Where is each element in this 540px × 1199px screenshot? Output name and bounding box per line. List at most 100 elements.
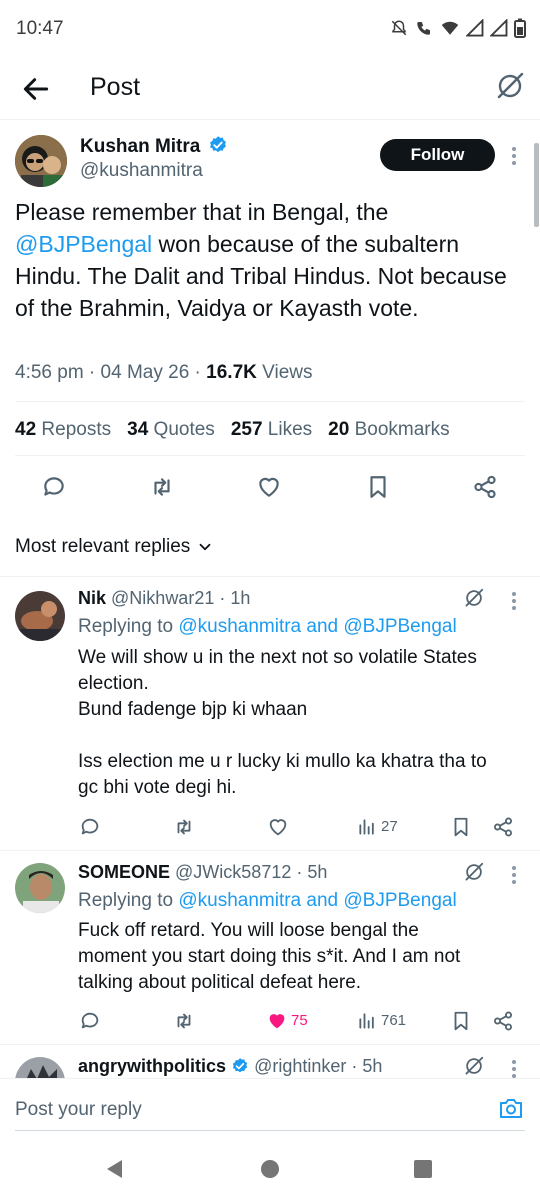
likes-count: 75 xyxy=(291,1012,308,1029)
like-filled-icon[interactable] xyxy=(266,1010,288,1032)
more-options-icon[interactable] xyxy=(511,591,517,611)
battery-icon xyxy=(514,18,526,38)
reply-actions: 75 761 xyxy=(0,1009,540,1035)
nav-back-icon[interactable] xyxy=(104,1158,124,1180)
author-name-text[interactable]: Kushan Mitra xyxy=(80,136,200,157)
author-name[interactable]: Kushan Mitra xyxy=(80,135,228,158)
reply-icon[interactable] xyxy=(79,816,101,838)
like-icon[interactable] xyxy=(256,474,282,500)
likes-count: 257 xyxy=(230,419,263,440)
avatar-image xyxy=(15,1057,65,1078)
reply-text-line: Iss election me u r lucky ki mullo ka kh… xyxy=(78,751,487,772)
repost-icon[interactable] xyxy=(148,474,176,500)
reply-author-name[interactable]: Nik xyxy=(78,588,106,608)
views-count: 27 xyxy=(381,818,398,835)
reply-text-line: gc bhi vote degi hi. xyxy=(78,777,237,798)
likes-stat[interactable]: 257 Likes xyxy=(231,419,312,441)
reply-text-line: election. xyxy=(78,673,149,694)
reply-text-line: We will show u in the next not so volati… xyxy=(78,647,477,668)
views-icon[interactable] xyxy=(357,1011,377,1031)
grok-icon[interactable] xyxy=(494,70,526,102)
reply-text-line: Fuck off retard. You will loose bengal t… xyxy=(78,920,419,941)
reply-text: We will show u in the next not so volati… xyxy=(78,645,528,801)
bookmark-icon[interactable] xyxy=(450,1010,472,1032)
views-label: Views xyxy=(262,362,313,383)
post-stats: 42 Reposts 34 Quotes 257 Likes 20 Bookma… xyxy=(15,419,450,441)
verified-badge-icon xyxy=(209,136,226,153)
reply-author-handle[interactable]: @Nikhwar21 xyxy=(111,588,214,608)
bookmark-icon[interactable] xyxy=(450,816,472,838)
quotes-stat[interactable]: 34 Quotes xyxy=(127,419,215,441)
verified-badge-icon xyxy=(232,1058,248,1073)
replying-prefix: Replying to xyxy=(78,616,179,637)
more-options-icon[interactable] xyxy=(511,146,517,166)
share-icon[interactable] xyxy=(492,1010,514,1032)
avatar-image xyxy=(15,591,65,641)
reply-avatar[interactable] xyxy=(15,1057,65,1078)
grok-icon[interactable] xyxy=(463,587,485,609)
reply-avatar[interactable] xyxy=(15,591,65,641)
reply-input[interactable]: Post your reply xyxy=(15,1099,142,1121)
call-wifi-icon xyxy=(417,22,430,35)
nav-recents-icon[interactable] xyxy=(413,1159,433,1179)
reply-icon[interactable] xyxy=(41,474,67,500)
share-icon[interactable] xyxy=(492,816,514,838)
reply-header: angrywithpolitics @rightinker · 5h xyxy=(78,1056,382,1077)
avatar-image xyxy=(15,863,65,913)
reply-icon[interactable] xyxy=(79,1010,101,1032)
post-mention-link[interactable]: @BJPBengal xyxy=(15,231,152,257)
follow-button[interactable]: Follow xyxy=(380,139,495,171)
repost-icon[interactable] xyxy=(172,1010,196,1032)
reply-author-name[interactable]: SOMEONE xyxy=(78,862,170,882)
system-nav-bar xyxy=(0,1140,540,1199)
likes-label: Likes xyxy=(267,419,313,440)
more-options-icon[interactable] xyxy=(511,1059,517,1078)
reply-author-name[interactable]: angrywithpolitics xyxy=(78,1056,226,1076)
replies-sort-dropdown[interactable]: Most relevant replies xyxy=(15,536,214,558)
reply-author-handle[interactable]: @JWick58712 xyxy=(175,862,291,882)
signal-icon xyxy=(466,19,484,37)
chevron-down-icon xyxy=(199,543,211,551)
bookmark-icon[interactable] xyxy=(365,474,391,500)
nav-home-icon[interactable] xyxy=(260,1159,280,1179)
reply-text-line: talking about political defeat here. xyxy=(78,972,362,993)
reply-item[interactable]: SOMEONE @JWick58712 · 5h Replying to @ku… xyxy=(0,850,540,1044)
reply-text-gap xyxy=(78,723,528,749)
post-actions xyxy=(0,470,540,504)
views-icon[interactable] xyxy=(357,817,377,837)
reply-item[interactable]: angrywithpolitics @rightinker · 5h xyxy=(0,1044,540,1078)
reply-time: · 5h xyxy=(346,1056,383,1076)
repost-icon[interactable] xyxy=(172,816,196,838)
more-options-icon[interactable] xyxy=(511,865,517,885)
status-time: 10:47 xyxy=(16,18,64,39)
reply-header: SOMEONE @JWick58712 · 5h xyxy=(78,862,327,883)
divider xyxy=(15,455,525,456)
wifi-icon xyxy=(441,21,459,35)
reply-avatar[interactable] xyxy=(15,863,65,913)
reply-actions: 27 xyxy=(0,815,540,841)
composer-underline xyxy=(15,1130,525,1131)
author-avatar[interactable] xyxy=(15,135,67,187)
post-text: Please remember that in Bengal, the @BJP… xyxy=(15,196,525,324)
replying-to: Replying to @kushanmitra and @BJPBengal xyxy=(78,616,457,638)
scrollbar[interactable] xyxy=(534,143,539,227)
share-icon[interactable] xyxy=(472,474,498,500)
replying-to-link[interactable]: @kushanmitra and @BJPBengal xyxy=(178,616,456,637)
author-handle[interactable]: @kushanmitra xyxy=(80,160,203,182)
arrow-left-icon[interactable] xyxy=(20,73,52,105)
grok-icon[interactable] xyxy=(463,861,485,883)
views-count: 16.7K xyxy=(206,362,257,383)
bookmarks-count: 20 xyxy=(328,419,350,440)
camera-icon[interactable] xyxy=(498,1096,524,1120)
reposts-stat[interactable]: 42 Reposts xyxy=(15,419,111,441)
status-icons xyxy=(390,18,526,38)
replying-to: Replying to @kushanmitra and @BJPBengal xyxy=(78,890,457,912)
bookmarks-stat[interactable]: 20 Bookmarks xyxy=(328,419,449,441)
replying-to-link[interactable]: @kushanmitra and @BJPBengal xyxy=(178,890,456,911)
reply-author-handle[interactable]: @rightinker xyxy=(254,1056,346,1076)
reply-item[interactable]: Nik @Nikhwar21 · 1h Replying to @kushanm… xyxy=(0,576,540,850)
like-icon[interactable] xyxy=(267,816,289,838)
bookmarks-label: Bookmarks xyxy=(354,419,450,440)
reply-composer[interactable]: Post your reply xyxy=(0,1078,540,1136)
grok-icon[interactable] xyxy=(463,1055,485,1077)
